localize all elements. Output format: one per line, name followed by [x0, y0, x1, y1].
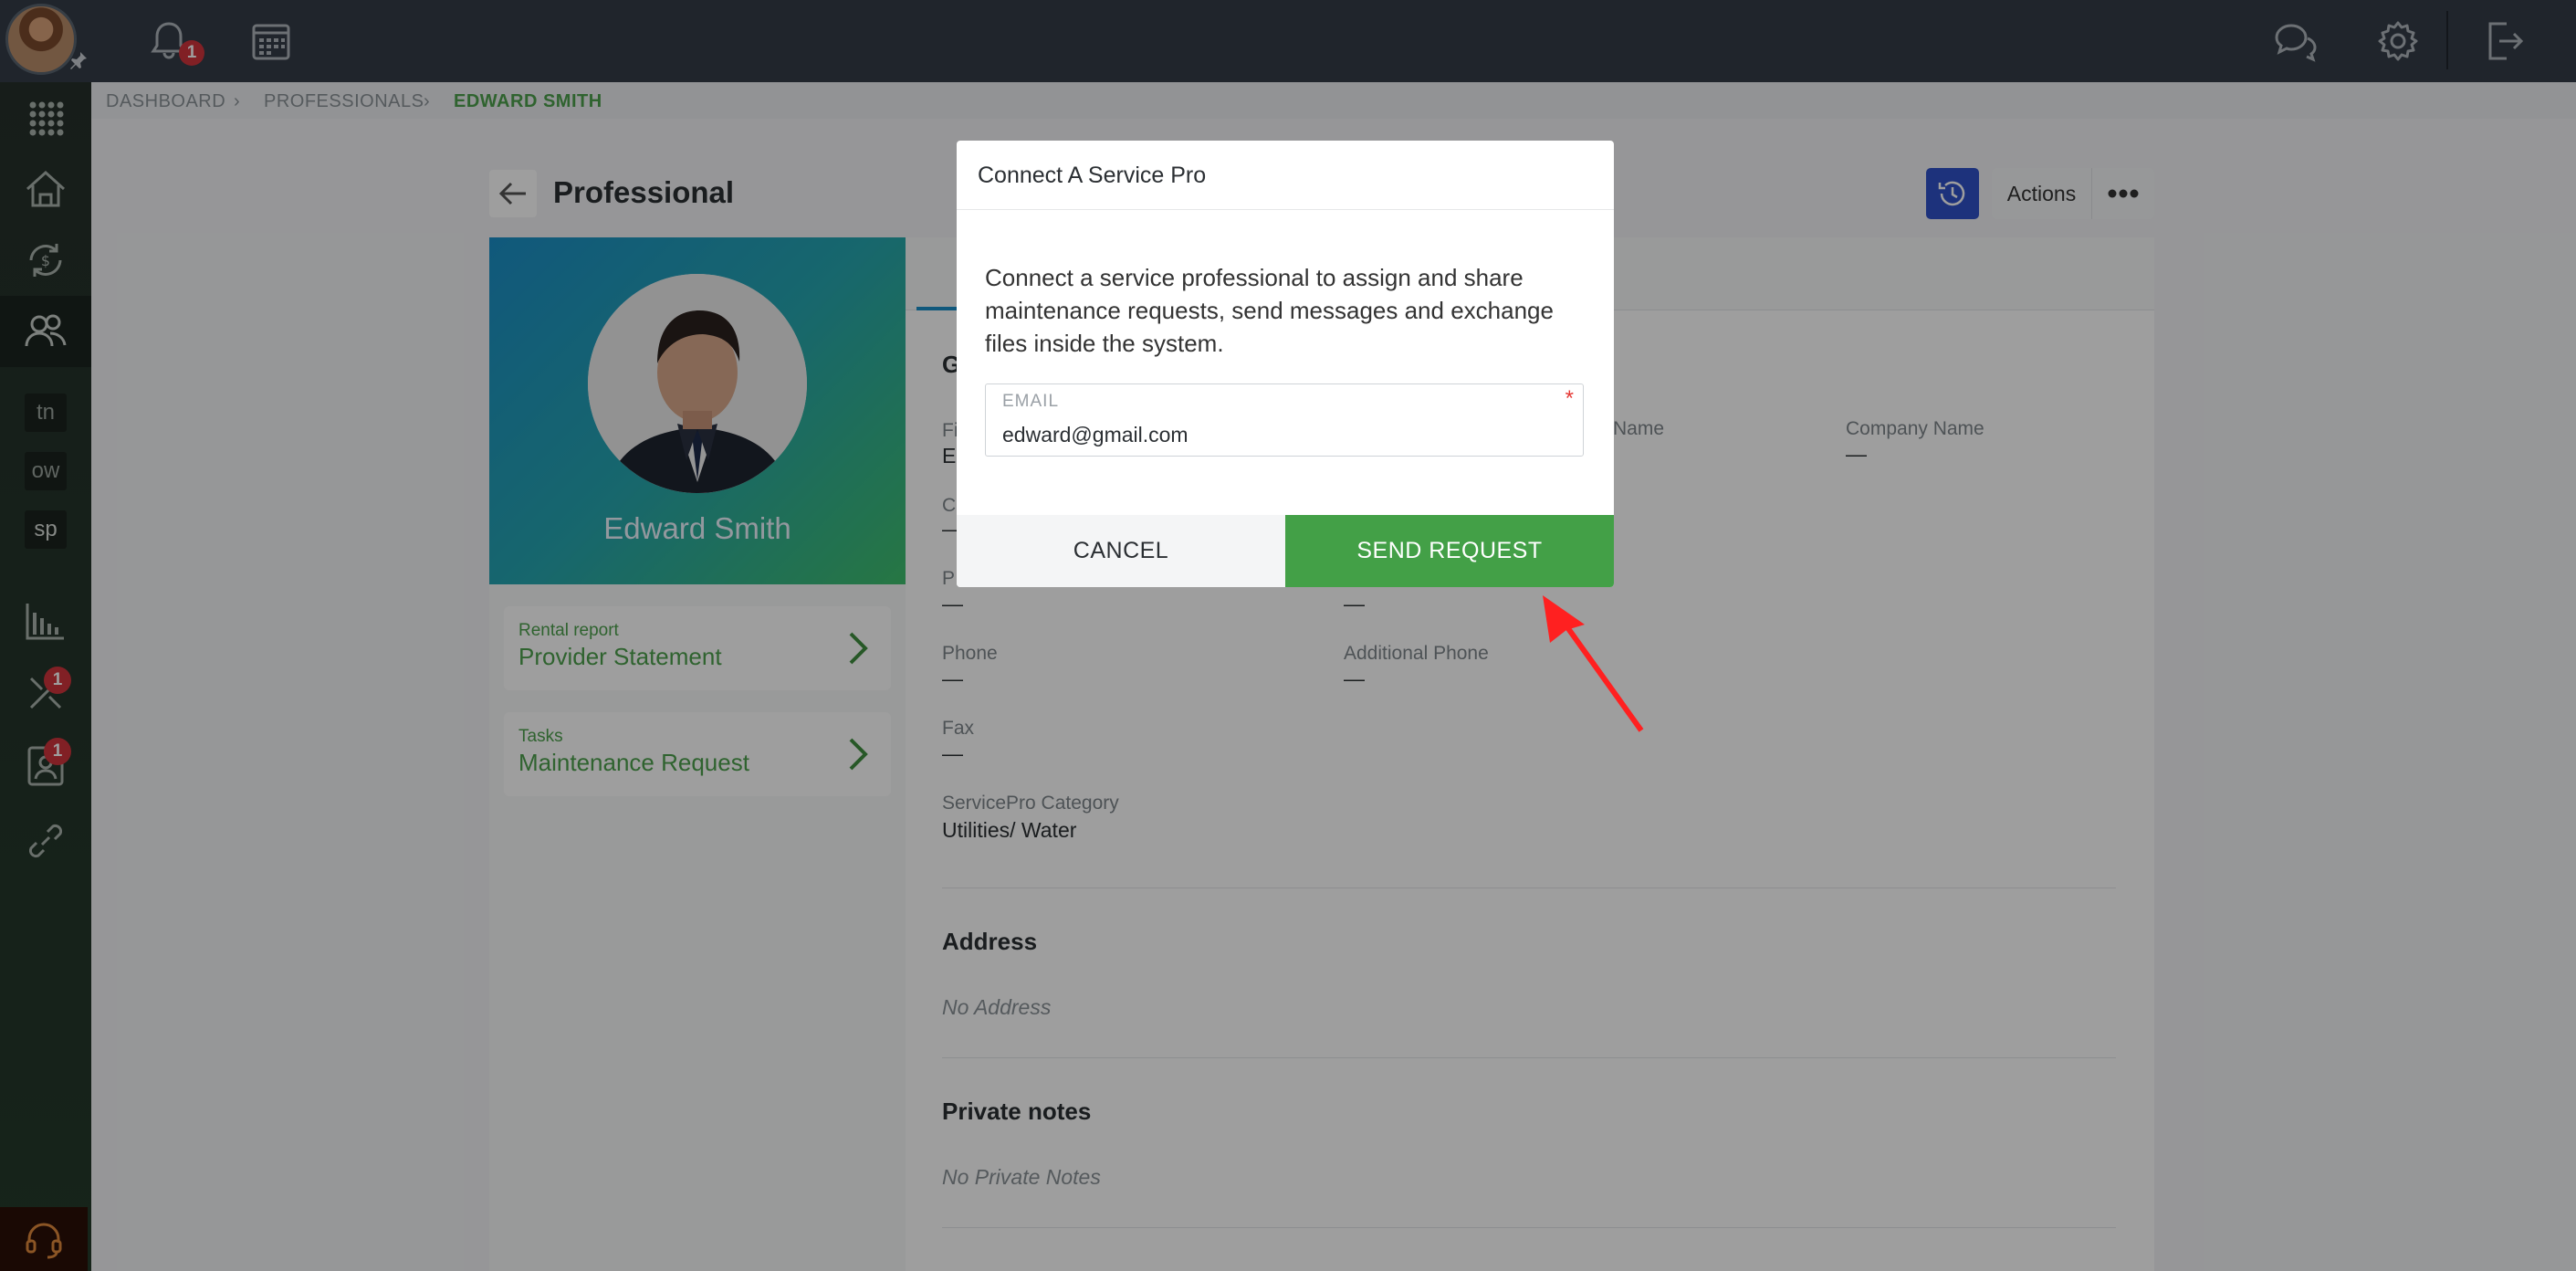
email-field[interactable]: EMAIL * [985, 383, 1584, 457]
email-label: EMAIL [1002, 392, 1060, 411]
connect-service-pro-dialog: Connect A Service Pro Connect a service … [957, 141, 1614, 587]
dialog-description: Connect a service professional to assign… [985, 264, 1554, 357]
send-request-button[interactable]: SEND REQUEST [1285, 515, 1614, 587]
required-marker: * [1565, 386, 1574, 411]
dialog-title: Connect A Service Pro [978, 163, 1207, 188]
cancel-button[interactable]: CANCEL [957, 515, 1285, 587]
dialog-header: Connect A Service Pro [957, 141, 1614, 210]
email-input[interactable] [1002, 419, 1550, 450]
annotation-arrow-icon [1543, 595, 1644, 732]
